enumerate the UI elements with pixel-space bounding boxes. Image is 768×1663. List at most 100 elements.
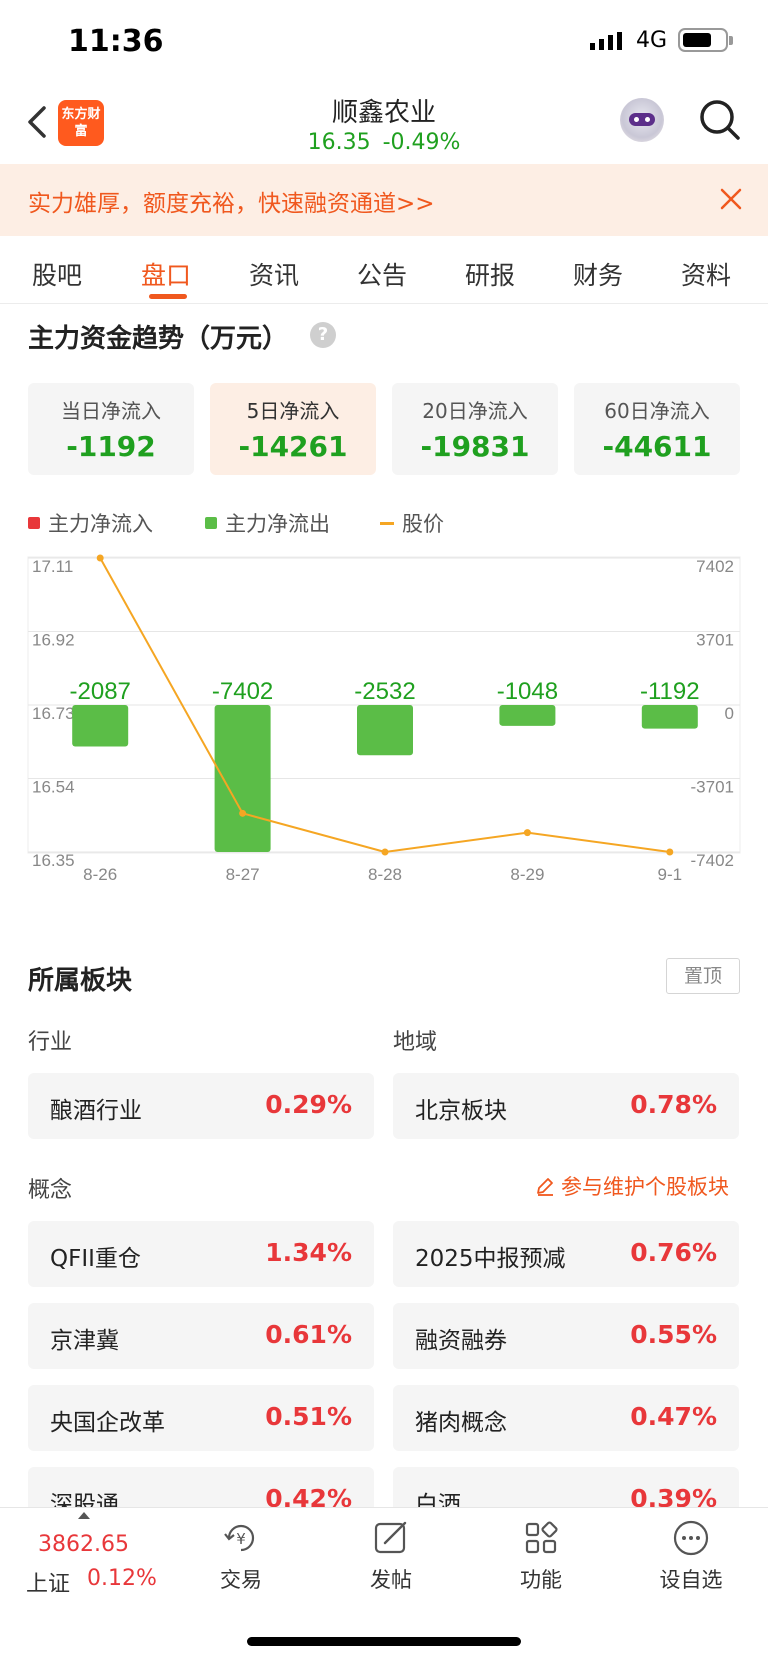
y-tick-left: 17.11 — [32, 557, 73, 576]
plate-name: 猪肉概念 — [415, 1410, 507, 1436]
assistant-robot-icon[interactable] — [620, 98, 664, 142]
search-icon[interactable] — [698, 98, 742, 142]
plate-name: 北京板块 — [415, 1098, 507, 1124]
watchlist-button[interactable]: 设自选 — [646, 1518, 736, 1594]
flow-bar — [499, 705, 556, 726]
flow-card-60d[interactable]: 60日净流入 -44611 — [574, 383, 740, 475]
help-icon[interactable]: ? — [310, 322, 336, 348]
edit-plates-label: 参与维护个股板块 — [561, 1175, 729, 1199]
plate-name: QFII重仓 — [50, 1246, 141, 1272]
plate-region[interactable]: 北京板块 0.78% — [393, 1073, 739, 1139]
flow-card-value: -44611 — [602, 430, 712, 463]
watchlist-label: 设自选 — [659, 1568, 723, 1592]
price-point — [96, 554, 104, 562]
functions-button[interactable]: 功能 — [496, 1518, 586, 1594]
status-bar: 11:36 4G — [0, 0, 768, 84]
flow-card-5d[interactable]: 5日净流入 -14261 — [210, 383, 376, 475]
index-change[interactable]: 0.12% — [87, 1566, 157, 1591]
x-tick-label: 8-29 — [510, 865, 544, 884]
flow-bar — [72, 705, 129, 747]
edit-plates-link[interactable]: 参与维护个股板块 — [535, 1171, 729, 1201]
flow-card-label: 20日净流入 — [422, 399, 528, 423]
plate-concept[interactable]: QFII重仓 1.34% — [28, 1221, 374, 1287]
post-label: 发帖 — [370, 1568, 412, 1592]
plate-name: 京津冀 — [50, 1328, 119, 1354]
edit-icon — [537, 1178, 553, 1196]
plate-change: 0.55% — [630, 1320, 717, 1349]
industry-label: 行业 — [28, 1030, 73, 1055]
plate-concept[interactable]: 融资融券 0.55% — [393, 1303, 739, 1369]
flow-card-label: 当日净流入 — [61, 399, 161, 423]
plate-name: 融资融券 — [415, 1328, 507, 1354]
plate-concept[interactable]: 京津冀 0.61% — [28, 1303, 374, 1369]
price-point — [381, 848, 389, 856]
plates-title: 所属板块 — [28, 966, 133, 996]
status-time: 11:36 — [68, 24, 164, 59]
legend-price: 股价 — [380, 508, 444, 536]
y-tick-left: 16.54 — [32, 778, 75, 797]
plate-change: 0.76% — [630, 1238, 717, 1267]
flow-card-20d[interactable]: 20日净流入 -19831 — [392, 383, 558, 475]
plate-concept[interactable]: 2025中报预减 0.76% — [393, 1221, 739, 1287]
fund-flow-chart: 17.11 7402 16.92 3701 16.73 0 16.54 -3701 16.35 -… — [27, 554, 741, 884]
flow-card-label: 60日净流入 — [604, 399, 710, 423]
trade-button[interactable]: ¥ 交易 — [196, 1518, 286, 1594]
tab-news[interactable]: 资讯 — [249, 256, 299, 292]
tab-announcements[interactable]: 公告 — [357, 256, 407, 292]
bar-data-label: -1048 — [497, 678, 558, 705]
post-button[interactable]: 发帖 — [346, 1518, 436, 1594]
legend-outflow: 主力净流出 — [205, 508, 330, 536]
plate-change: 0.47% — [630, 1402, 717, 1431]
signal-icon — [590, 32, 622, 50]
home-indicator — [247, 1637, 521, 1646]
y-tick-left: 16.73 — [32, 704, 75, 723]
plate-concept[interactable]: 猪肉概念 0.47% — [393, 1385, 739, 1451]
stock-price: 16.35 — [307, 130, 371, 155]
flow-card-1d[interactable]: 当日净流入 -1192 — [28, 383, 194, 475]
x-tick-label: 8-27 — [226, 865, 260, 884]
tab-finance[interactable]: 财务 — [573, 256, 623, 292]
price-point — [239, 809, 247, 817]
tab-guba[interactable]: 股吧 — [32, 256, 82, 292]
tab-bar: 股吧 盘口 资讯 公告 研报 财务 资料 — [0, 238, 768, 304]
plate-name: 酿酒行业 — [50, 1098, 142, 1124]
price-point — [666, 848, 674, 856]
legend-green-swatch — [205, 517, 217, 529]
index-value[interactable]: 3862.65 — [38, 1532, 129, 1557]
bar-data-label: -1192 — [640, 678, 700, 705]
grid-icon — [525, 1521, 558, 1554]
battery-icon — [678, 28, 733, 52]
legend-inflow: 主力净流入 — [28, 508, 153, 536]
tab-profile[interactable]: 资料 — [681, 256, 731, 292]
y-tick-left: 16.92 — [32, 631, 75, 650]
flow-bar — [641, 705, 698, 729]
bar-data-label: -7402 — [212, 678, 273, 705]
pin-button[interactable]: 置顶 — [666, 958, 740, 994]
plate-change: 0.29% — [265, 1090, 352, 1119]
plate-change: 1.34% — [265, 1238, 352, 1267]
banner-text[interactable]: 实力雄厚，额度充裕，快速融资通道>> — [28, 184, 435, 218]
legend-red-swatch — [28, 517, 40, 529]
tab-pankou[interactable]: 盘口 — [141, 256, 191, 292]
promo-banner[interactable]: 实力雄厚，额度充裕，快速融资通道>> — [0, 164, 768, 236]
edit-post-icon — [374, 1521, 407, 1554]
fund-flow-title: 主力资金趋势（万元） — [28, 324, 289, 354]
plate-industry[interactable]: 酿酒行业 0.29% — [28, 1073, 374, 1139]
x-tick-label: 9-1 — [658, 865, 683, 884]
flow-card-label: 5日净流入 — [246, 399, 340, 423]
legend-outflow-label: 主力净流出 — [225, 512, 330, 536]
svg-text:¥: ¥ — [236, 1530, 246, 1548]
plate-change: 0.78% — [630, 1090, 717, 1119]
more-icon — [673, 1520, 709, 1556]
flow-card-value: -19831 — [420, 430, 530, 463]
y-tick-right: 3701 — [696, 631, 734, 650]
network-type: 4G — [636, 28, 668, 53]
y-tick-right: 7402 — [696, 557, 734, 576]
tab-research[interactable]: 研报 — [465, 256, 515, 292]
close-icon[interactable] — [716, 184, 746, 214]
expand-up-icon[interactable] — [78, 1512, 90, 1519]
flow-card-value: -14261 — [238, 430, 348, 463]
index-name[interactable]: 上证 — [26, 1566, 70, 1598]
active-tab-indicator — [149, 294, 187, 299]
plate-concept[interactable]: 央国企改革 0.51% — [28, 1385, 374, 1451]
